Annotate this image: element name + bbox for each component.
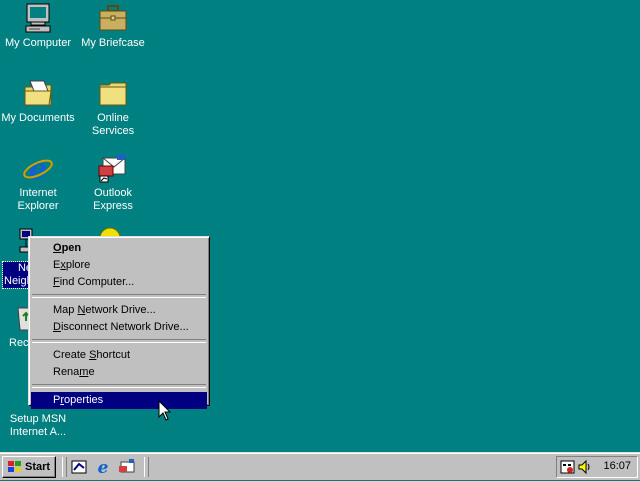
icon-label: Rec <box>9 337 29 349</box>
icon-label: Outlook Express <box>93 187 133 212</box>
svg-text:e: e <box>98 458 109 476</box>
icon-label: My Briefcase <box>81 37 145 49</box>
desktop-icon-my-briefcase[interactable]: My Briefcase <box>75 2 151 50</box>
show-desktop-icon[interactable] <box>70 458 88 476</box>
toolbar-grip[interactable] <box>144 457 149 477</box>
menu-item-label: Map Network Drive... <box>53 304 156 316</box>
menu-separator <box>32 384 206 388</box>
menu-item-label: Properties <box>53 394 104 406</box>
icon-label: My Computer <box>4 37 72 49</box>
start-button[interactable]: Start <box>2 456 56 478</box>
windows-logo-icon <box>7 460 22 474</box>
documents-folder-icon <box>22 77 54 109</box>
system-tray: 16:07 <box>556 456 638 478</box>
desktop-icon-recycle-bin[interactable]: Rec <box>0 302 35 350</box>
desktop-icon-online-services[interactable]: Online Services <box>75 77 151 138</box>
icon-label: Setup MSN Internet A... <box>9 413 67 438</box>
desktop-icon-outlook-express[interactable]: Outlook Express <box>75 152 151 213</box>
internet-explorer-icon: e <box>22 152 54 187</box>
start-label: Start <box>25 461 51 473</box>
menu-item-rename[interactable]: Rename <box>31 364 207 381</box>
menu-item-label: Disconnect Network Drive... <box>53 321 189 333</box>
menu-item-find-computer[interactable]: Find Computer... <box>31 274 207 291</box>
icon-label: My Documents <box>1 112 75 124</box>
menu-item-create-shortcut[interactable]: Create Shortcut <box>31 347 207 364</box>
menu-separator <box>32 294 206 298</box>
menu-item-map-network-drive[interactable]: Map Network Drive... <box>31 302 207 319</box>
menu-item-label: Find Computer... <box>53 276 135 288</box>
outlook-express-icon <box>97 152 129 184</box>
toolbar-grip[interactable] <box>62 457 67 477</box>
desktop-icon-my-documents[interactable]: My Documents <box>0 77 76 125</box>
menu-item-label: Open <box>53 242 82 254</box>
icon-label: Online Services <box>91 112 135 137</box>
briefcase-icon <box>97 2 129 34</box>
context-menu: Open Explore Find Computer... Map Networ… <box>28 236 210 409</box>
menu-item-open[interactable]: Open <box>31 240 207 257</box>
menu-item-label: Create Shortcut <box>53 349 131 361</box>
svg-text:e: e <box>28 152 47 184</box>
desktop-icon-internet-explorer[interactable]: e Internet Explorer <box>0 152 76 213</box>
clock[interactable]: 16:07 <box>603 460 631 472</box>
menu-item-explore[interactable]: Explore <box>31 257 207 274</box>
scheduler-icon[interactable] <box>560 459 576 475</box>
menu-item-label: Explore <box>53 259 91 271</box>
desktop-icon-my-computer[interactable]: My Computer <box>0 2 76 50</box>
internet-explorer-quicklaunch-icon[interactable]: e <box>94 458 112 478</box>
menu-item-properties[interactable]: Properties <box>31 392 207 409</box>
menu-item-disconnect-network-drive[interactable]: Disconnect Network Drive... <box>31 319 207 336</box>
menu-separator <box>32 339 206 343</box>
taskbar: Start e 16:07 <box>0 452 640 480</box>
folder-icon <box>97 77 129 109</box>
computer-icon <box>22 2 54 34</box>
outlook-express-quicklaunch-icon[interactable] <box>118 458 136 476</box>
menu-item-label: Rename <box>53 366 95 378</box>
volume-icon[interactable] <box>577 459 593 475</box>
mouse-cursor-icon <box>158 399 172 422</box>
icon-label: Internet Explorer <box>17 187 59 212</box>
